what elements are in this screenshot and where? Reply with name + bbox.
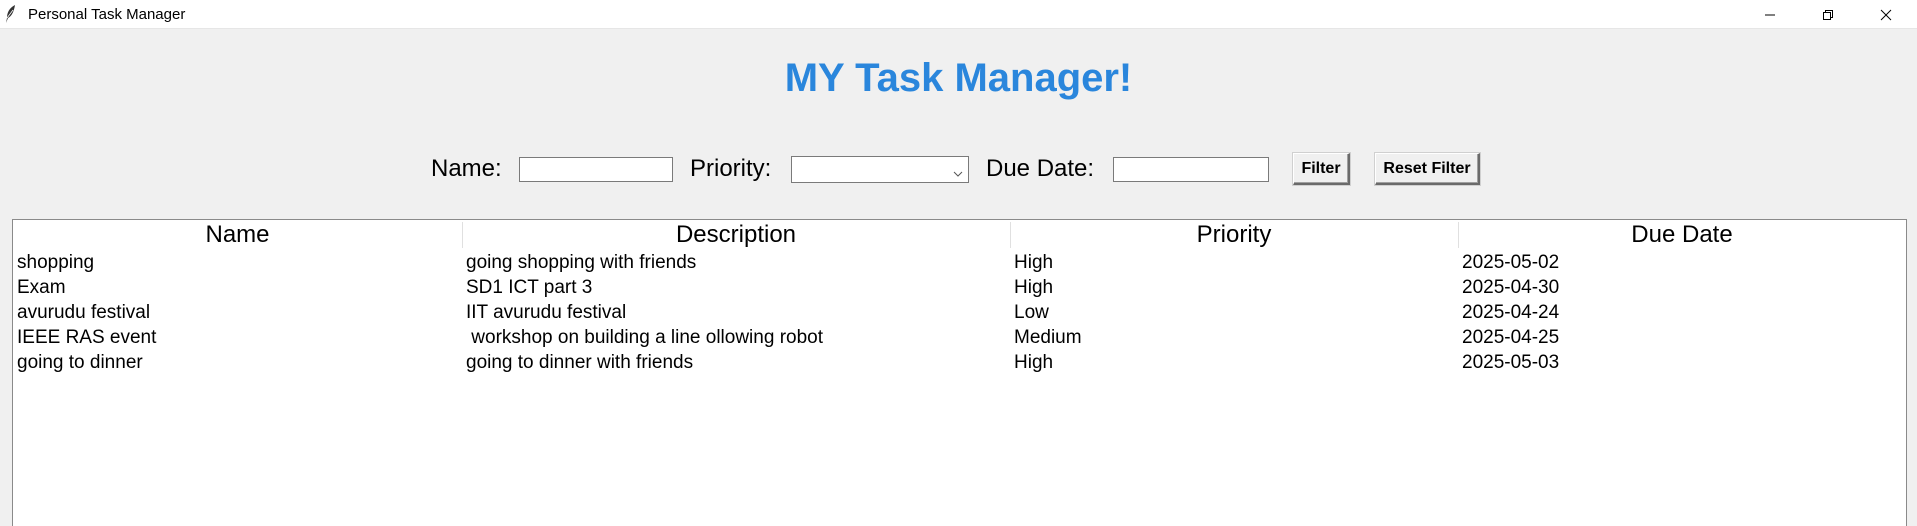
table-row[interactable]: avurudu festival IIT avurudu festival Lo… xyxy=(13,300,1906,325)
cell-description: going shopping with friends xyxy=(466,252,697,273)
feather-icon xyxy=(4,4,18,24)
cell-description: workshop on building a line ollowing rob… xyxy=(466,327,824,348)
cell-priority: High xyxy=(1014,277,1054,298)
cell-name: Exam xyxy=(17,277,66,298)
cell-priority: Medium xyxy=(1014,327,1082,348)
window-title: Personal Task Manager xyxy=(28,6,186,23)
column-header-due-date[interactable]: Due Date xyxy=(1458,220,1906,250)
minimize-button[interactable] xyxy=(1741,0,1799,29)
due-date-filter-label: Due Date: xyxy=(986,155,1095,182)
cell-description: IIT avurudu festival xyxy=(466,302,627,323)
table-row[interactable]: IEEE RAS event workshop on building a li… xyxy=(13,325,1906,350)
due-date-filter-input[interactable] xyxy=(1113,157,1269,182)
cell-name: going to dinner xyxy=(17,352,143,373)
cell-description: going to dinner with friends xyxy=(466,352,694,373)
cell-name: IEEE RAS event xyxy=(17,327,157,348)
cell-priority: Low xyxy=(1014,302,1049,323)
cell-due-date: 2025-05-02 xyxy=(1462,252,1560,273)
cell-due-date: 2025-04-30 xyxy=(1462,277,1560,298)
table-row[interactable]: Exam SD1 ICT part 3 High 2025-04-30 xyxy=(13,275,1906,300)
page-title: MY Task Manager! xyxy=(784,56,1133,100)
minimize-icon xyxy=(1764,9,1776,21)
cell-due-date: 2025-04-24 xyxy=(1462,302,1560,323)
reset-filter-button[interactable]: Reset Filter xyxy=(1375,153,1480,185)
cell-name: avurudu festival xyxy=(17,302,151,323)
priority-filter-label: Priority: xyxy=(690,155,772,182)
cell-priority: High xyxy=(1014,352,1054,373)
cell-due-date: 2025-04-25 xyxy=(1462,327,1560,348)
table-header: Name Description Priority Due Date xyxy=(13,220,1906,250)
column-header-priority[interactable]: Priority xyxy=(1010,220,1458,250)
chevron-down-icon xyxy=(953,165,963,183)
cell-priority: High xyxy=(1014,252,1054,273)
filter-button[interactable]: Filter xyxy=(1293,153,1350,185)
table-row[interactable]: going to dinner going to dinner with fri… xyxy=(13,350,1906,375)
app-window: Personal Task Manager MY Task Manager! N… xyxy=(0,0,1917,526)
task-table[interactable]: Name Description Priority Due Date shopp… xyxy=(12,219,1907,526)
cell-description: SD1 ICT part 3 xyxy=(466,277,593,298)
restore-button[interactable] xyxy=(1799,0,1857,29)
close-icon xyxy=(1880,9,1892,21)
name-filter-input[interactable] xyxy=(519,157,673,182)
name-filter-label: Name: xyxy=(431,155,502,182)
restore-icon xyxy=(1822,9,1834,21)
close-button[interactable] xyxy=(1857,0,1915,29)
table-row[interactable]: shopping going shopping with friends Hig… xyxy=(13,250,1906,275)
column-header-description[interactable]: Description xyxy=(462,220,1010,250)
cell-due-date: 2025-05-03 xyxy=(1462,352,1560,373)
priority-filter-select[interactable] xyxy=(791,156,969,183)
column-header-name[interactable]: Name xyxy=(13,220,462,250)
cell-name: shopping xyxy=(17,252,95,273)
title-bar[interactable]: Personal Task Manager xyxy=(0,0,1917,29)
